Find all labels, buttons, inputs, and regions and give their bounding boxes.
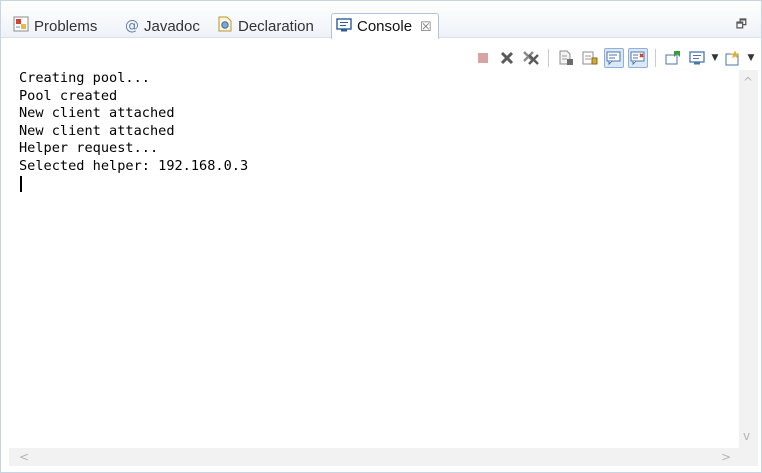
remove-all-terminated-icon[interactable] bbox=[521, 48, 541, 68]
console-toolbar: ▼ ▼ bbox=[473, 47, 755, 69]
text-caret bbox=[20, 176, 22, 192]
console-line: Selected helper: 192.168.0.3 bbox=[19, 157, 249, 174]
scroll-lock-icon[interactable] bbox=[580, 48, 600, 68]
chevron-down-icon[interactable]: ▼ bbox=[711, 53, 719, 63]
pin-console-icon[interactable] bbox=[663, 48, 683, 68]
scroll-up-icon[interactable]: ^ bbox=[743, 76, 753, 88]
horizontal-scrollbar[interactable]: < > bbox=[9, 448, 739, 466]
console-view: Problems @ Javadoc Declaration Console ☒… bbox=[0, 0, 762, 473]
remove-launch-icon[interactable] bbox=[497, 48, 517, 68]
scroll-down-icon[interactable]: v bbox=[743, 430, 750, 442]
tab-declaration[interactable]: Declaration bbox=[217, 15, 314, 37]
declaration-icon bbox=[217, 16, 233, 36]
console-output[interactable]: Creating pool... Pool created New client… bbox=[19, 70, 729, 440]
display-selected-console-icon[interactable] bbox=[687, 48, 707, 68]
tab-javadoc[interactable]: @ Javadoc bbox=[125, 15, 200, 37]
tab-problems-label: Problems bbox=[34, 17, 98, 35]
toolbar-separator bbox=[548, 49, 549, 67]
scroll-left-icon[interactable]: < bbox=[19, 451, 29, 463]
tab-console[interactable]: Console ☒ bbox=[331, 13, 439, 39]
tab-javadoc-label: Javadoc bbox=[144, 17, 200, 35]
console-line: New client attached bbox=[19, 105, 175, 121]
problems-icon bbox=[13, 16, 29, 36]
scroll-right-icon[interactable]: > bbox=[721, 451, 731, 463]
tab-console-label: Console bbox=[357, 18, 413, 35]
show-console-on-stderr-icon[interactable] bbox=[628, 48, 648, 68]
console-line: New client attached bbox=[19, 122, 175, 139]
console-icon bbox=[336, 17, 352, 37]
tab-declaration-label: Declaration bbox=[238, 17, 314, 35]
toolbar-separator bbox=[655, 49, 656, 67]
console-line: Pool created bbox=[19, 87, 118, 104]
show-console-on-stdout-icon[interactable] bbox=[604, 48, 624, 68]
at-sign-icon: @ bbox=[125, 18, 139, 34]
console-line: Creating pool... bbox=[19, 70, 150, 86]
view-tab-bar: Problems @ Javadoc Declaration Console ☒… bbox=[1, 1, 761, 39]
vertical-scrollbar[interactable]: ^ v bbox=[739, 70, 758, 448]
console-line: Helper request... bbox=[19, 140, 159, 156]
restore-view-icon[interactable]: 🗗 bbox=[736, 15, 747, 36]
scrollbar-corner bbox=[739, 448, 758, 466]
close-icon[interactable]: ☒ bbox=[420, 19, 432, 35]
tab-problems[interactable]: Problems bbox=[13, 15, 97, 37]
terminate-icon[interactable] bbox=[473, 48, 493, 68]
open-console-icon[interactable] bbox=[723, 48, 743, 68]
chevron-down-icon[interactable]: ▼ bbox=[747, 53, 755, 63]
clear-console-icon[interactable] bbox=[556, 48, 576, 68]
